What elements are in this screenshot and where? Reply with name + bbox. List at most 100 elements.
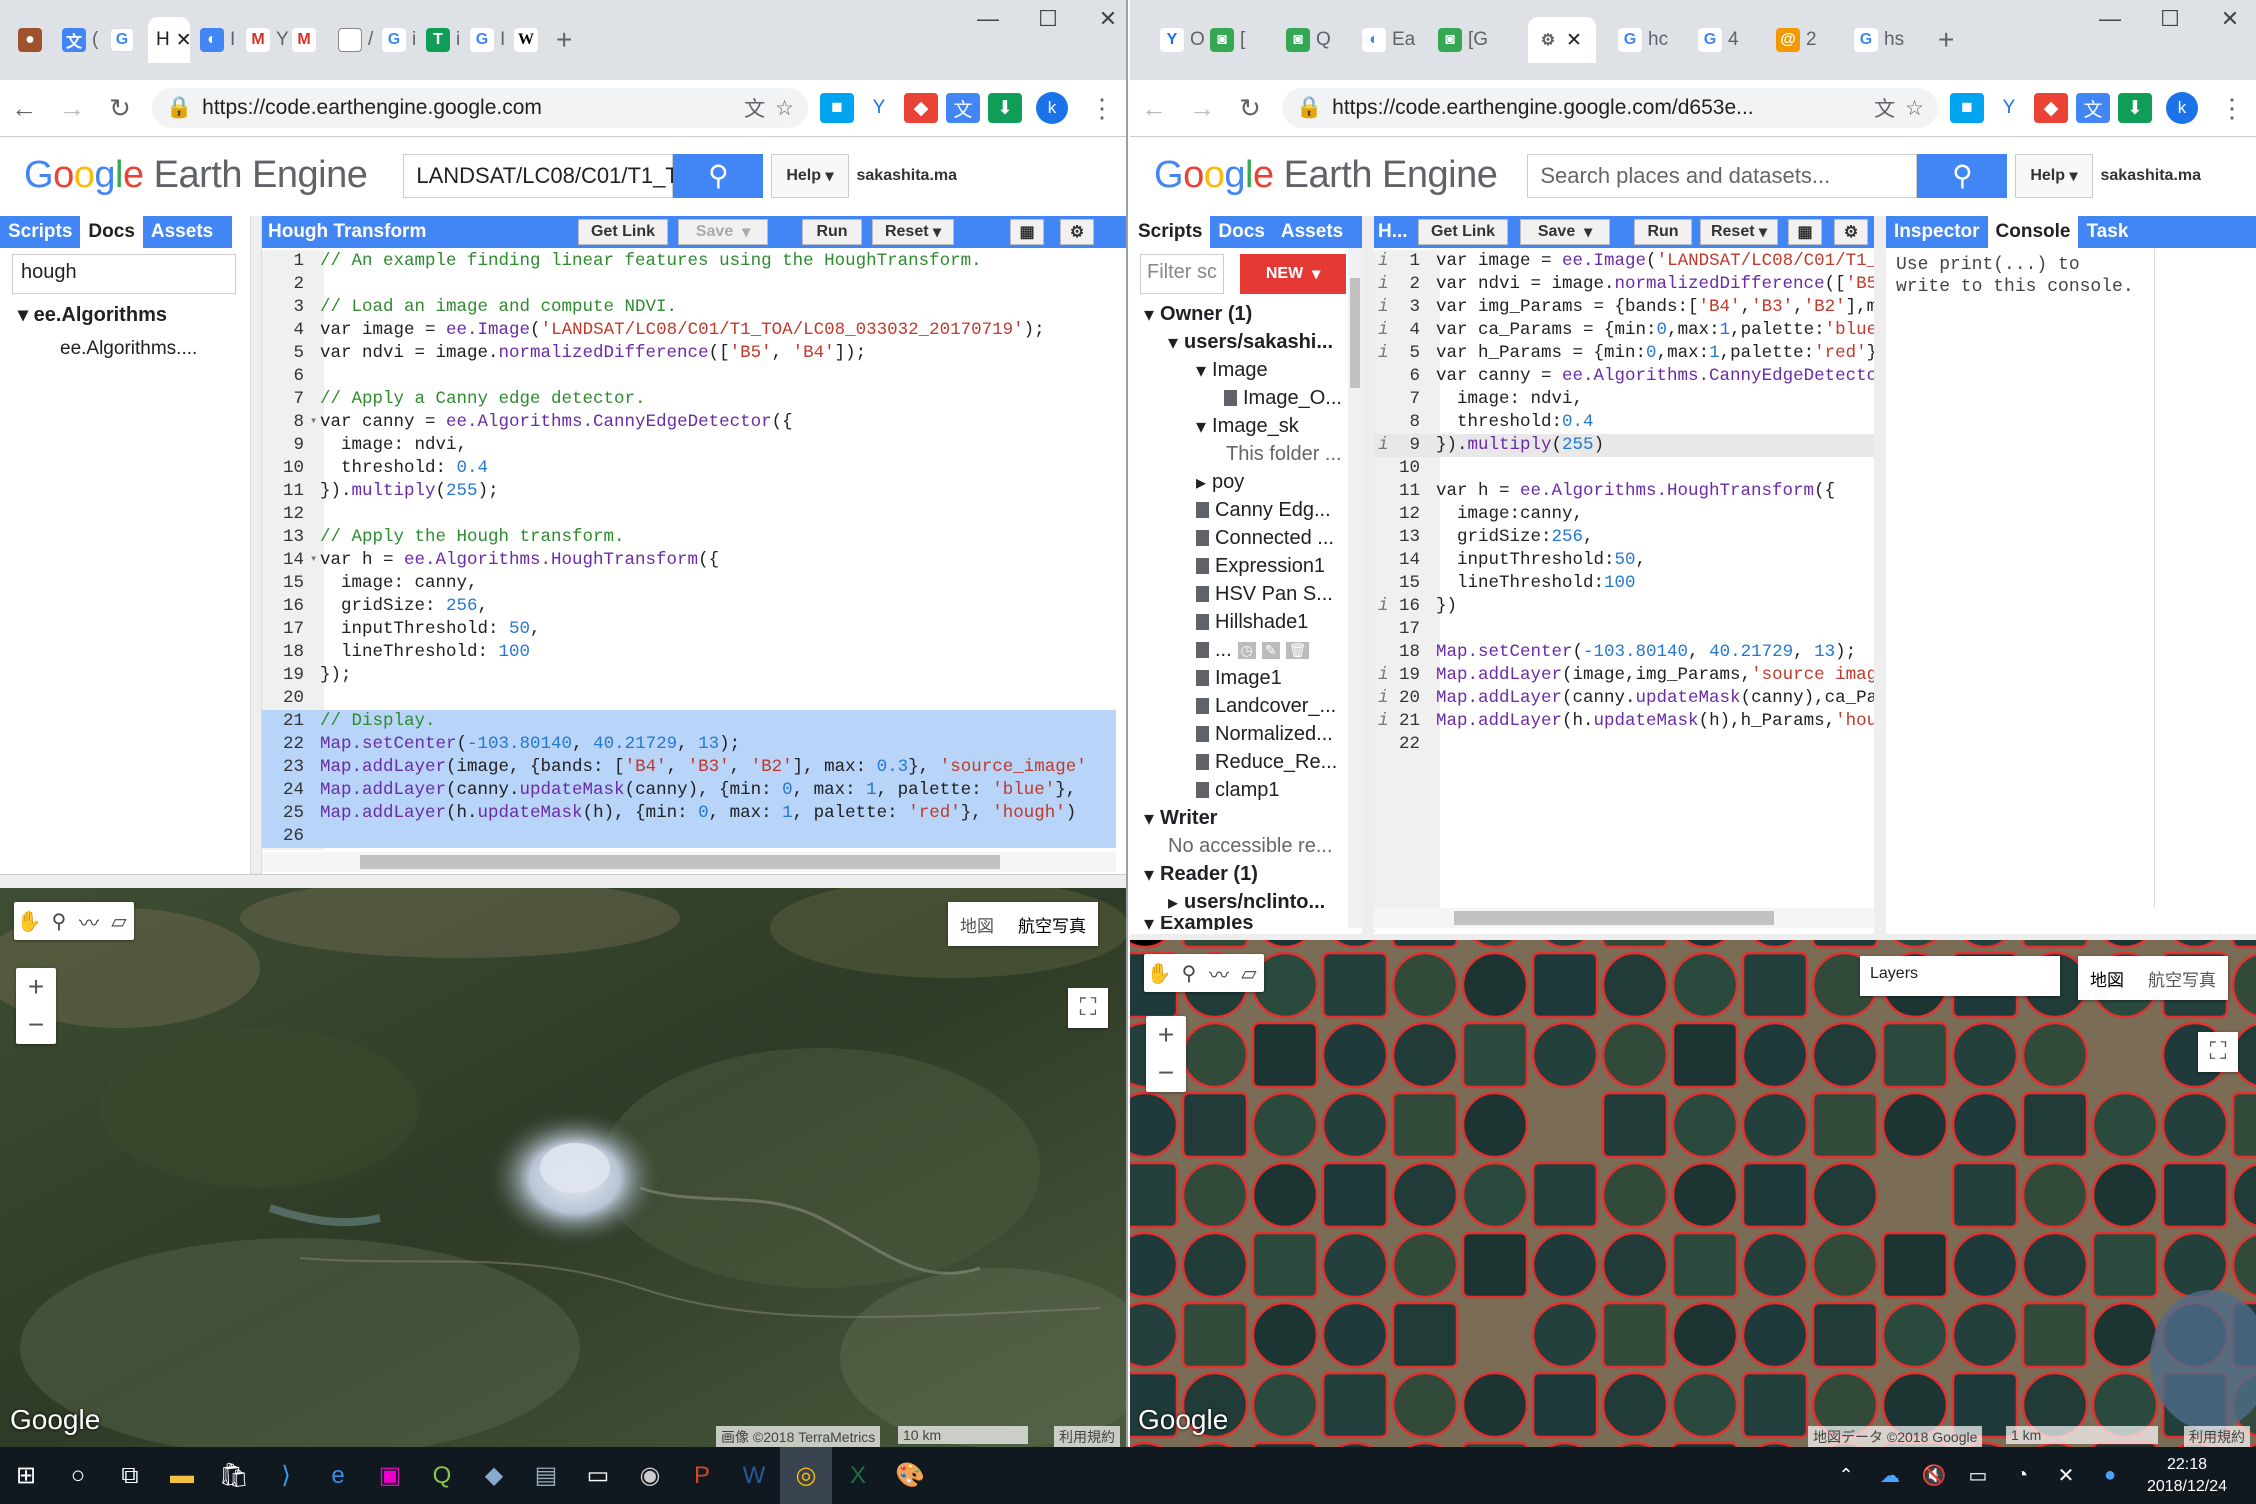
reset-button[interactable]: Reset ▾ xyxy=(872,219,954,245)
fullscreen-icon[interactable]: ⛶ xyxy=(2198,1032,2238,1072)
tab-scripts[interactable]: Scripts xyxy=(0,216,80,248)
windows-extension-icon[interactable]: ■ xyxy=(820,93,854,123)
code-line[interactable]: 7 // Apply a Canny edge detector. xyxy=(262,388,1116,411)
code-line[interactable]: 8 threshold:0.4 xyxy=(1374,411,1874,434)
code-line[interactable]: 4 var image = ee.Image('LANDSAT/LC08/C01/… xyxy=(262,319,1116,342)
close-tab-icon[interactable]: ✕ xyxy=(176,29,190,52)
search-input[interactable]: Search places and datasets... xyxy=(1527,153,1918,198)
tree-file[interactable]: Expression1 xyxy=(1144,552,1340,580)
bookmark-star-icon[interactable]: ☆ xyxy=(775,96,794,121)
user-account[interactable]: sakashita.masand xyxy=(2101,167,2201,185)
tree-examples[interactable]: ▾ Examples xyxy=(1144,916,1340,930)
windows-start-icon[interactable]: ⊞ xyxy=(0,1447,52,1504)
panel-splitter[interactable] xyxy=(1874,216,1886,934)
marker-icon[interactable]: ⚲ xyxy=(1174,954,1204,992)
polygon-draw-icon[interactable]: ▱ xyxy=(1234,954,1264,992)
tab-tasks[interactable]: Task xyxy=(2078,216,2136,248)
extension-icon[interactable]: ◆ xyxy=(904,93,938,123)
qgis-icon[interactable]: Q xyxy=(416,1447,468,1504)
search-button[interactable]: ⚲ xyxy=(673,153,764,198)
browser-tab-active[interactable]: ⚙ ✕ xyxy=(1528,17,1596,63)
panel-splitter[interactable] xyxy=(250,216,262,874)
close-x-icon[interactable]: ✕ xyxy=(2044,1447,2088,1504)
tree-file[interactable]: Connected ... xyxy=(1144,524,1340,552)
apps-grid-icon[interactable]: ▦ xyxy=(1788,219,1822,245)
tab-assets[interactable]: Assets xyxy=(143,216,221,248)
tree-writer[interactable]: ▾ Writer xyxy=(1144,804,1340,832)
code-line[interactable]: 21 // Display. xyxy=(262,710,1116,733)
code-line[interactable]: 11 var h = ee.Algorithms.HoughTransform({ xyxy=(1374,480,1874,503)
code-line[interactable]: 10 xyxy=(1374,457,1874,480)
tree-file[interactable]: Reduce_Re... xyxy=(1144,748,1340,776)
profile-avatar[interactable]: k xyxy=(1036,92,1068,124)
chrome-icon[interactable]: ◎ xyxy=(780,1447,832,1504)
get-link-button[interactable]: Get Link xyxy=(1418,219,1508,245)
fold-caret-icon[interactable]: ▾ xyxy=(310,413,317,428)
browser-tab[interactable]: Ti xyxy=(418,17,468,63)
code-line[interactable]: 3 // Load an image and compute NDVI. xyxy=(262,296,1116,319)
code-line[interactable]: 8 var canny = ee.Algorithms.CannyEdgeDete… xyxy=(262,411,1116,434)
tree-folder[interactable]: ▾ Image_sk xyxy=(1144,412,1340,440)
tree-reader[interactable]: ▾ Reader (1) xyxy=(1144,860,1340,888)
tab-assets[interactable]: Assets xyxy=(1273,216,1351,248)
browser-tab[interactable]: ◐ Ea xyxy=(1354,17,1423,63)
excel-icon[interactable]: X xyxy=(832,1447,884,1504)
tab-console[interactable]: Console xyxy=(1987,216,2079,248)
app-icon[interactable]: ◉ xyxy=(624,1447,676,1504)
code-line[interactable]: 11}).multiply(255); xyxy=(262,480,1116,503)
polygon-draw-icon[interactable]: ▱ xyxy=(104,902,134,940)
code-editor[interactable]: 1 // An example finding linear features u… xyxy=(262,250,1116,850)
filter-scripts-input[interactable]: Filter sc xyxy=(1140,254,1224,294)
run-button[interactable]: Run xyxy=(1634,219,1692,245)
delete-icon[interactable]: 🗑 xyxy=(1285,641,1310,659)
code-line[interactable]: i 3 var img_Params = {bands:['B4','B3','B2… xyxy=(1374,296,1874,319)
map-type-satellite-button[interactable]: 航空写真 xyxy=(1006,902,1098,946)
tree-folder[interactable]: ▾ Image xyxy=(1144,356,1340,384)
paint-palette-icon[interactable]: 🎨 xyxy=(884,1447,936,1504)
save-button[interactable]: Save ▾ xyxy=(1520,219,1610,245)
address-bar[interactable]: 🔒 https://code.earthengine.google.com/d65… xyxy=(1282,88,1938,128)
code-line[interactable]: 2 xyxy=(262,273,1116,296)
forward-icon[interactable]: → xyxy=(48,93,96,124)
panel-splitter[interactable] xyxy=(1362,216,1374,934)
tree-user-folder[interactable]: ▾ users/sakashi... xyxy=(1144,328,1340,356)
code-line[interactable]: 22 Map.setCenter(-103.80140, 40.21729, 13… xyxy=(262,733,1116,756)
translate-icon[interactable]: 文 xyxy=(744,93,765,123)
translate-extension-icon[interactable]: 文 xyxy=(2076,93,2110,123)
code-line[interactable]: 24 Map.addLayer(canny.updateMask(canny), … xyxy=(262,779,1116,802)
zoom-in-button[interactable]: + xyxy=(1146,1016,1186,1054)
app-icon[interactable]: ◆ xyxy=(468,1447,520,1504)
code-line[interactable]: 14 var h = ee.Algorithms.HoughTransform({ xyxy=(262,549,1116,572)
code-editor[interactable]: i 1 var image = ee.Image('LANDSAT/LC08/C01… xyxy=(1374,250,1874,910)
battery-icon[interactable]: ▭ xyxy=(1956,1447,2000,1504)
zoom-out-button[interactable]: − xyxy=(1146,1054,1186,1092)
tree-file[interactable]: Image1 xyxy=(1144,664,1340,692)
forward-icon[interactable]: → xyxy=(1178,93,1226,124)
terminal-icon[interactable]: ▭ xyxy=(572,1447,624,1504)
tab-docs[interactable]: Docs xyxy=(80,216,143,248)
help-button[interactable]: Help ▾ xyxy=(2015,153,2093,198)
reload-icon[interactable]: ↻ xyxy=(1226,93,1274,124)
map-type-map-button[interactable]: 地図 xyxy=(948,902,1006,946)
close-window-icon[interactable]: ✕ xyxy=(2200,6,2256,32)
address-bar[interactable]: 🔒 https://code.earthengine.google.com 文 ☆ xyxy=(152,88,808,128)
tree-file[interactable]: HSV Pan S... xyxy=(1144,580,1340,608)
map-type-map-button[interactable]: 地図 xyxy=(2078,956,2136,1000)
horizontal-scrollbar[interactable] xyxy=(1374,908,1874,928)
powerpoint-icon[interactable]: P xyxy=(676,1447,728,1504)
new-tab-button[interactable]: + xyxy=(548,17,580,63)
apps-grid-icon[interactable]: ▦ xyxy=(1010,219,1044,245)
code-line[interactable]: i 1 var image = ee.Image('LANDSAT/LC08/C01… xyxy=(1374,250,1874,273)
tree-file[interactable]: Landcover_... xyxy=(1144,692,1340,720)
code-line[interactable]: 25 Map.addLayer(h.updateMask(h), {min: 0,… xyxy=(262,802,1116,825)
browser-tab-active[interactable]: H✕ xyxy=(148,17,190,63)
browser-tab[interactable]: M xyxy=(284,17,324,63)
map-splitter[interactable] xyxy=(0,874,1126,888)
code-line[interactable]: 14 inputThreshold:50, xyxy=(1374,549,1874,572)
download-extension-icon[interactable]: ⬇ xyxy=(988,93,1022,123)
new-tab-button[interactable]: + xyxy=(1930,17,1962,63)
code-line[interactable]: 19}); xyxy=(262,664,1116,687)
browser-tab[interactable]: Ghc xyxy=(1610,17,1676,63)
map-view[interactable]: ✋ ⚲ 〰 ▱ + − 地図 航空写真 ⛶ Google 画像 ©2018 Te… xyxy=(0,888,1126,1447)
docs-item[interactable]: ee.Algorithms.... xyxy=(60,338,197,360)
